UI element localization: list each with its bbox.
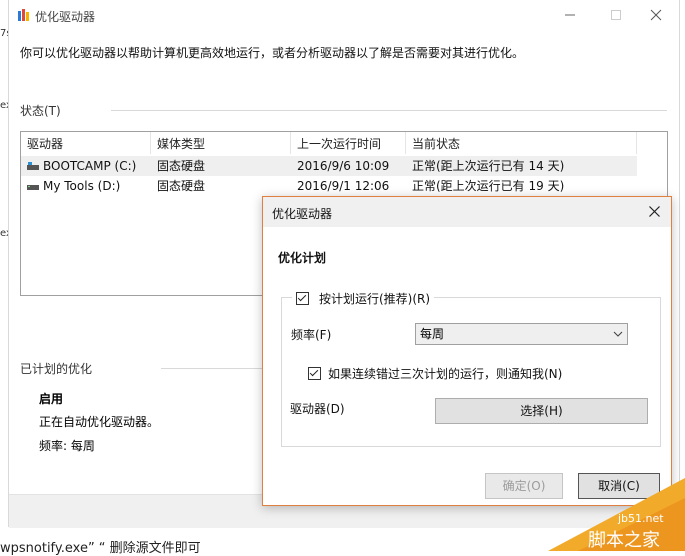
schedule-description: 正在自动优化驱动器。 — [39, 415, 160, 429]
frequency-value: 每周 — [420, 327, 445, 341]
dialog-body: 优化计划 按计划运行(推荐)(R) 频率(F) 每周 如果连续错过三次计划的运行… — [263, 227, 671, 505]
scheduled-group-label: 已计划的优化 — [20, 362, 93, 376]
dialog-title: 优化驱动器 — [272, 207, 333, 221]
close-button[interactable] — [633, 0, 679, 30]
frequency-select[interactable]: 每周 — [415, 323, 628, 345]
watermark-url: jb51.net — [618, 512, 664, 525]
current-status: 正常(距上次运行已有 19 天) — [412, 179, 565, 193]
defrag-app-icon — [18, 9, 29, 21]
run-on-schedule-label: 按计划运行(推荐)(R) — [319, 291, 431, 306]
dialog-heading: 优化计划 — [278, 251, 327, 265]
current-status: 正常(距上次运行已有 14 天) — [412, 159, 565, 173]
minimize-icon — [565, 14, 575, 16]
watermark-name: 脚本之家 — [588, 530, 660, 551]
optimization-schedule-dialog: 优化驱动器 优化计划 按计划运行(推荐)(R) 频率(F) 每周 如果连续错过三… — [262, 196, 672, 506]
drive-row[interactable]: BOOTCAMP (C:) 固态硬盘 2016/9/6 10:09 正常(距上次… — [21, 156, 637, 176]
system-drive-icon — [27, 162, 39, 170]
chevron-down-icon — [613, 331, 623, 337]
close-icon — [648, 206, 660, 217]
schedule-state: 启用 — [39, 392, 64, 406]
drive-name: BOOTCAMP (C:) — [43, 159, 137, 173]
column-header-last-run[interactable]: 上一次运行时间 — [291, 132, 406, 154]
title-bar[interactable]: 优化驱动器 — [9, 0, 679, 32]
window-title: 优化驱动器 — [35, 10, 96, 24]
status-separator — [111, 110, 667, 111]
drive-icon — [27, 185, 39, 190]
column-header-drive[interactable]: 驱动器 — [21, 132, 151, 154]
checkbox-checked-icon — [308, 367, 321, 380]
last-run-time: 2016/9/1 12:06 — [297, 179, 390, 193]
schedule-frequency: 频率: 每周 — [39, 439, 95, 453]
drive-row[interactable]: My Tools (D:) 固态硬盘 2016/9/1 12:06 正常(距上次… — [21, 176, 637, 196]
minimize-button[interactable] — [547, 0, 593, 30]
checkbox-checked-icon — [296, 291, 309, 305]
column-header-current-status[interactable]: 当前状态 — [406, 132, 637, 154]
notify-checkbox[interactable]: 如果连续错过三次计划的运行，则通知我(N) — [308, 365, 562, 382]
drive-name: My Tools (D:) — [43, 179, 121, 193]
background-footer-text: wpsnotify.exe” “ 删除源文件即可 — [0, 541, 201, 556]
column-header-media-type[interactable]: 媒体类型 — [151, 132, 291, 154]
media-type: 固态硬盘 — [157, 159, 206, 173]
maximize-icon — [611, 10, 621, 20]
scheduled-separator — [161, 368, 271, 369]
dialog-close-button[interactable] — [643, 202, 665, 222]
close-icon — [650, 9, 662, 21]
drives-label: 驱动器(D) — [290, 402, 345, 416]
media-type: 固态硬盘 — [157, 179, 206, 193]
status-group-label: 状态(T) — [20, 104, 61, 118]
last-run-time: 2016/9/6 10:09 — [297, 159, 390, 173]
frequency-label: 频率(F) — [291, 328, 332, 342]
run-on-schedule-checkbox[interactable]: 按计划运行(推荐)(R) — [292, 289, 435, 307]
list-header: 驱动器 媒体类型 上一次运行时间 当前状态 — [21, 132, 667, 154]
choose-drives-button[interactable]: 选择(H) — [435, 398, 648, 424]
description-text: 你可以优化驱动器以帮助计算机更高效地运行，或者分析驱动器以了解是否需要对其进行优… — [20, 46, 525, 60]
notify-label: 如果连续错过三次计划的运行，则通知我(N) — [328, 367, 563, 381]
